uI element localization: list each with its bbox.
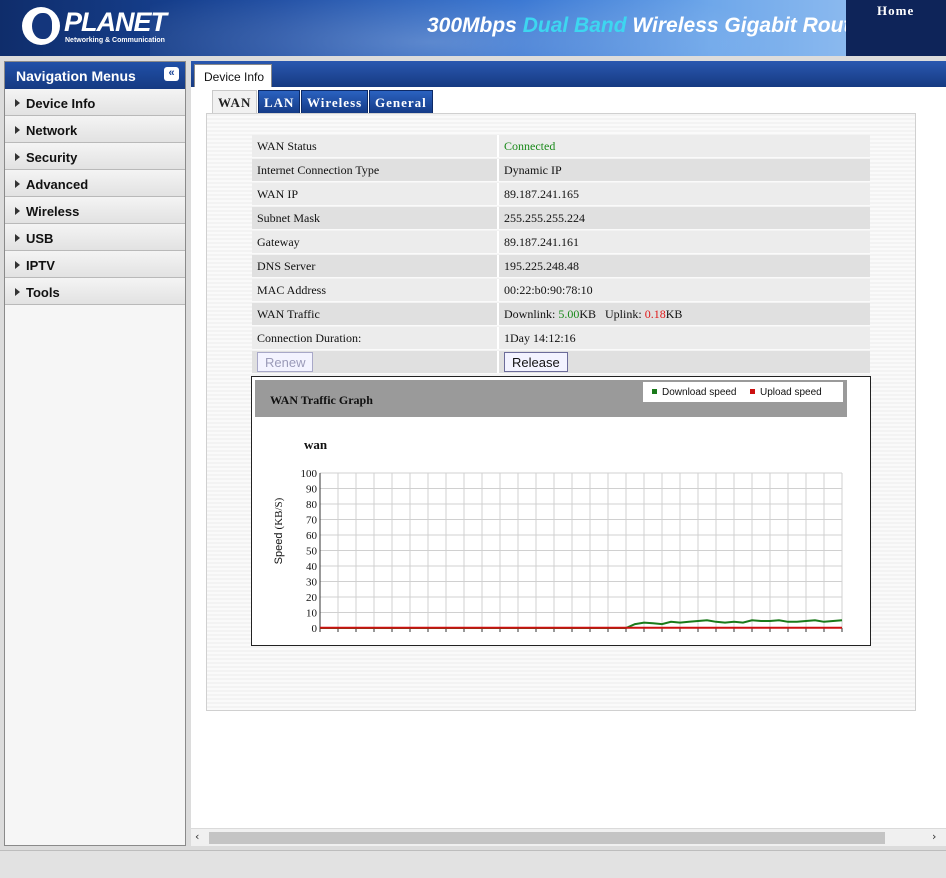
row-value: 89.187.241.165: [499, 183, 870, 205]
table-row: WAN Status Connected: [252, 135, 870, 157]
header-banner: PLANET Networking & Communication 300Mbp…: [0, 0, 946, 56]
wan-status-value: Connected: [499, 135, 870, 157]
table-row: WAN Traffic Downlink: 5.00KB Uplink: 0.1…: [252, 303, 870, 325]
caret-right-icon: [15, 180, 20, 188]
graph-title: WAN Traffic Graph: [270, 393, 373, 407]
scrollbar-thumb[interactable]: [209, 832, 885, 844]
y-tick-label: 70: [306, 515, 318, 527]
y-tick-label: 10: [306, 608, 318, 620]
release-button[interactable]: Release: [504, 352, 568, 372]
row-value: 255.255.255.224: [499, 207, 870, 229]
uplink-value: 0.18: [644, 306, 666, 321]
y-tick-label: 0: [312, 623, 318, 635]
sidebar-item-advanced[interactable]: Advanced: [5, 170, 185, 197]
graph-header: WAN Traffic Graph Download speed Upload …: [255, 380, 847, 417]
main-panel: Device Info WAN LAN Wireless General WAN…: [191, 61, 946, 846]
row-label: Gateway: [252, 231, 499, 253]
traffic-chart: 0 10 20 30 40 50 60 70 80 90 100: [301, 468, 843, 635]
subtab-general[interactable]: General: [369, 90, 433, 113]
product-title: 300Mbps Dual Band Wireless Gigabit Route: [427, 14, 863, 37]
row-value: 195.225.248.48: [499, 255, 870, 277]
sidebar-item-network[interactable]: Network: [5, 116, 185, 143]
scroll-left-icon[interactable]: ‹: [195, 830, 199, 843]
sidebar-item-iptv[interactable]: IPTV: [5, 251, 185, 278]
row-value: 89.187.241.161: [499, 231, 870, 253]
caret-right-icon: [15, 234, 20, 242]
sidebar-title: Navigation Menus: [16, 68, 136, 84]
legend-download: Download speed: [652, 387, 737, 398]
caret-right-icon: [15, 288, 20, 296]
sidebar-header: Navigation Menus «: [5, 62, 185, 89]
row-label: DNS Server: [252, 255, 499, 277]
tab-device-info[interactable]: Device Info: [194, 64, 273, 87]
graph-legend: Download speed Upload speed: [643, 382, 843, 402]
main-title-bar: [191, 61, 946, 87]
wan-traffic-graph: 0 10 20 30 40 50 60 70 80 90 100 WAN Traffic Graph…: [251, 376, 871, 646]
row-label: Internet Connection Type: [252, 159, 499, 181]
y-tick-label: 100: [301, 468, 318, 480]
status-bar: [0, 850, 946, 878]
series-name: wan: [304, 437, 328, 452]
y-tick-label: 40: [306, 561, 318, 573]
row-label: Subnet Mask: [252, 207, 499, 229]
brand-tagline: Networking & Communication: [65, 37, 165, 44]
y-axis-label: Speed (KB/S): [273, 497, 285, 565]
y-tick-label: 60: [306, 530, 318, 542]
wan-info-table: WAN Status Connected Internet Connection …: [252, 133, 870, 375]
legend-upload: Upload speed: [750, 387, 822, 398]
scroll-right-icon[interactable]: ›: [932, 830, 936, 843]
table-row: Connection Duration: 1Day 14:12:16: [252, 327, 870, 349]
y-tick-label: 90: [306, 484, 318, 496]
sidebar-item-tools[interactable]: Tools: [5, 278, 185, 305]
row-label: MAC Address: [252, 279, 499, 301]
row-value: Dynamic IP: [499, 159, 870, 181]
upload-swatch: [750, 389, 755, 394]
table-row: MAC Address 00:22:b0:90:78:10: [252, 279, 870, 301]
row-label: Connection Duration:: [252, 327, 499, 349]
row-value: 00:22:b0:90:78:10: [499, 279, 870, 301]
table-row: WAN IP 89.187.241.165: [252, 183, 870, 205]
table-row: DNS Server 195.225.248.48: [252, 255, 870, 277]
download-swatch: [652, 389, 657, 394]
sidebar-item-device-info[interactable]: Device Info: [5, 89, 185, 116]
sidebar-item-usb[interactable]: USB: [5, 224, 185, 251]
table-row: Gateway 89.187.241.161: [252, 231, 870, 253]
subtab-wireless[interactable]: Wireless: [301, 90, 369, 113]
caret-right-icon: [15, 153, 20, 161]
table-row: Internet Connection Type Dynamic IP: [252, 159, 870, 181]
caret-right-icon: [15, 99, 20, 107]
table-row: Renew Release: [252, 351, 870, 373]
brand-name: PLANET: [64, 7, 167, 37]
row-value: 1Day 14:12:16: [499, 327, 870, 349]
home-link[interactable]: Home: [877, 3, 914, 19]
subtab-lan[interactable]: LAN: [258, 90, 301, 113]
planet-globe-icon: [22, 7, 60, 45]
caret-right-icon: [15, 126, 20, 134]
table-row: Subnet Mask 255.255.255.224: [252, 207, 870, 229]
downlink-value: 5.00: [558, 306, 580, 321]
row-label: WAN Status: [252, 135, 499, 157]
y-tick-label: 50: [306, 546, 318, 558]
collapse-sidebar-icon[interactable]: «: [164, 67, 179, 81]
caret-right-icon: [15, 207, 20, 215]
y-tick-label: 30: [306, 577, 318, 589]
sidebar-item-security[interactable]: Security: [5, 143, 185, 170]
wan-traffic-value: Downlink: 5.00KB Uplink: 0.18KB: [499, 303, 870, 325]
planet-logo: PLANET Networking & Communication: [22, 7, 167, 49]
row-label: WAN Traffic: [252, 303, 499, 325]
sidebar: Navigation Menus « Device Info Network S…: [4, 61, 186, 846]
row-label: WAN IP: [252, 183, 499, 205]
y-tick-label: 20: [306, 592, 318, 604]
renew-button[interactable]: Renew: [257, 352, 314, 372]
horizontal-scrollbar[interactable]: ‹ ›: [191, 828, 946, 846]
subtab-wan[interactable]: WAN: [212, 90, 258, 113]
caret-right-icon: [15, 261, 20, 269]
sidebar-item-wireless[interactable]: Wireless: [5, 197, 185, 224]
y-tick-label: 80: [306, 499, 318, 511]
